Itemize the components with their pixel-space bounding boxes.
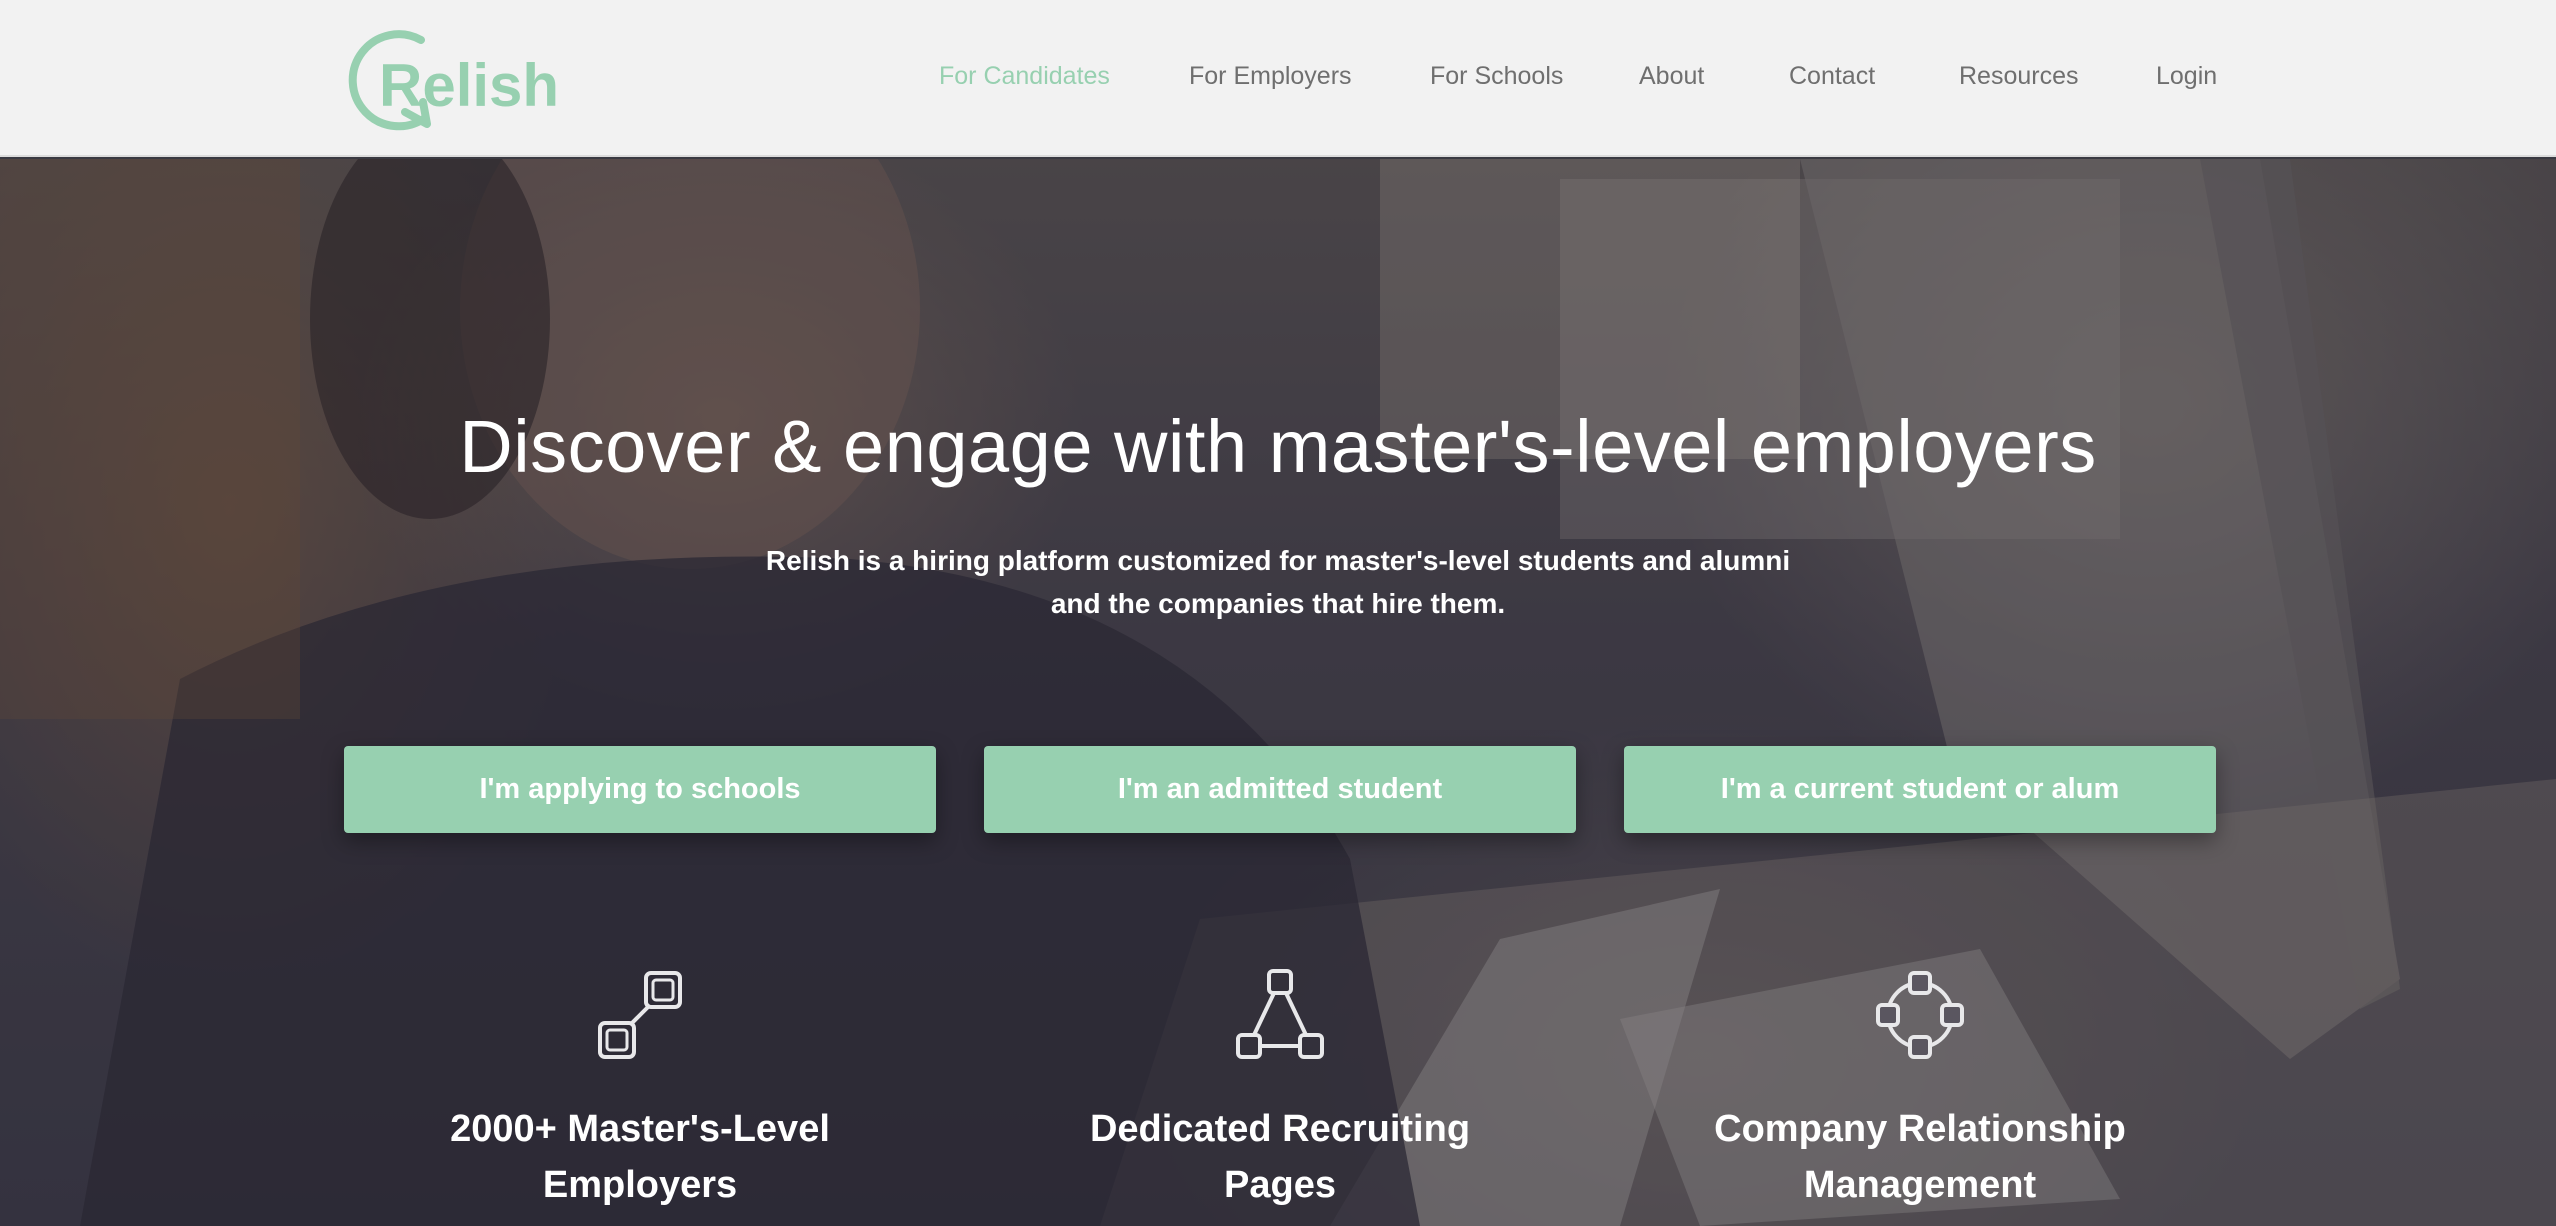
feature-relationship-management-title: Company Relationship Management <box>1660 1101 2180 1213</box>
hero-subline-line-2: and the companies that hire them. <box>1050 588 1506 619</box>
feature-employers-title-line-2: Employers <box>542 1164 738 1206</box>
hero-subline-line-1: Relish is a hiring platform customized f… <box>765 545 1791 576</box>
hero-section: Discover & engage with master's-level em… <box>0 159 2556 1226</box>
feature-relationship-management-title-line-1: Company Relationship <box>1714 1108 2126 1150</box>
nav-contact[interactable]: Contact <box>1789 62 1875 91</box>
nav-login[interactable]: Login <box>2156 62 2217 91</box>
hero-subline: Relish is a hiring platform customized f… <box>0 539 2556 625</box>
feature-employers-title: 2000+ Master's-Level Employers <box>380 1101 900 1213</box>
nav-about[interactable]: About <box>1639 62 1704 91</box>
feature-relationship-management: Company Relationship Management <box>1660 969 2180 1213</box>
circle-network-icon <box>1876 971 1964 1059</box>
nav-for-schools[interactable]: For Schools <box>1430 62 1563 91</box>
feature-recruiting-pages-title: Dedicated Recruiting Pages <box>1020 1101 1540 1213</box>
feature-recruiting-pages-title-line-2: Pages <box>1224 1164 1336 1206</box>
site-header: Relish For Candidates For Employers For … <box>0 0 2556 157</box>
feature-recruiting-pages-title-line-1: Dedicated Recruiting <box>1089 1108 1471 1150</box>
relish-logo[interactable]: Relish <box>343 26 559 138</box>
link-nodes-icon <box>598 971 682 1059</box>
nav-resources[interactable]: Resources <box>1959 62 2079 91</box>
hero-headline: Discover & engage with master's-level em… <box>459 405 2097 488</box>
feature-relationship-management-title-line-2: Management <box>1803 1164 2037 1206</box>
nav-for-candidates[interactable]: For Candidates <box>939 62 1110 91</box>
applying-to-schools-button[interactable]: I'm applying to schools <box>344 746 936 833</box>
feature-employers: 2000+ Master's-Level Employers <box>380 969 900 1213</box>
relish-logo-mark: Relish <box>348 30 559 131</box>
nav-for-employers[interactable]: For Employers <box>1189 62 1352 91</box>
logo-wordmark: Relish <box>379 52 558 119</box>
current-student-or-alum-button[interactable]: I'm a current student or alum <box>1624 746 2216 833</box>
admitted-student-button[interactable]: I'm an admitted student <box>984 746 1576 833</box>
feature-recruiting-pages: Dedicated Recruiting Pages <box>1020 969 1540 1213</box>
feature-employers-title-line-1: 2000+ Master's-Level <box>450 1108 830 1150</box>
triangle-network-icon <box>1236 969 1324 1059</box>
